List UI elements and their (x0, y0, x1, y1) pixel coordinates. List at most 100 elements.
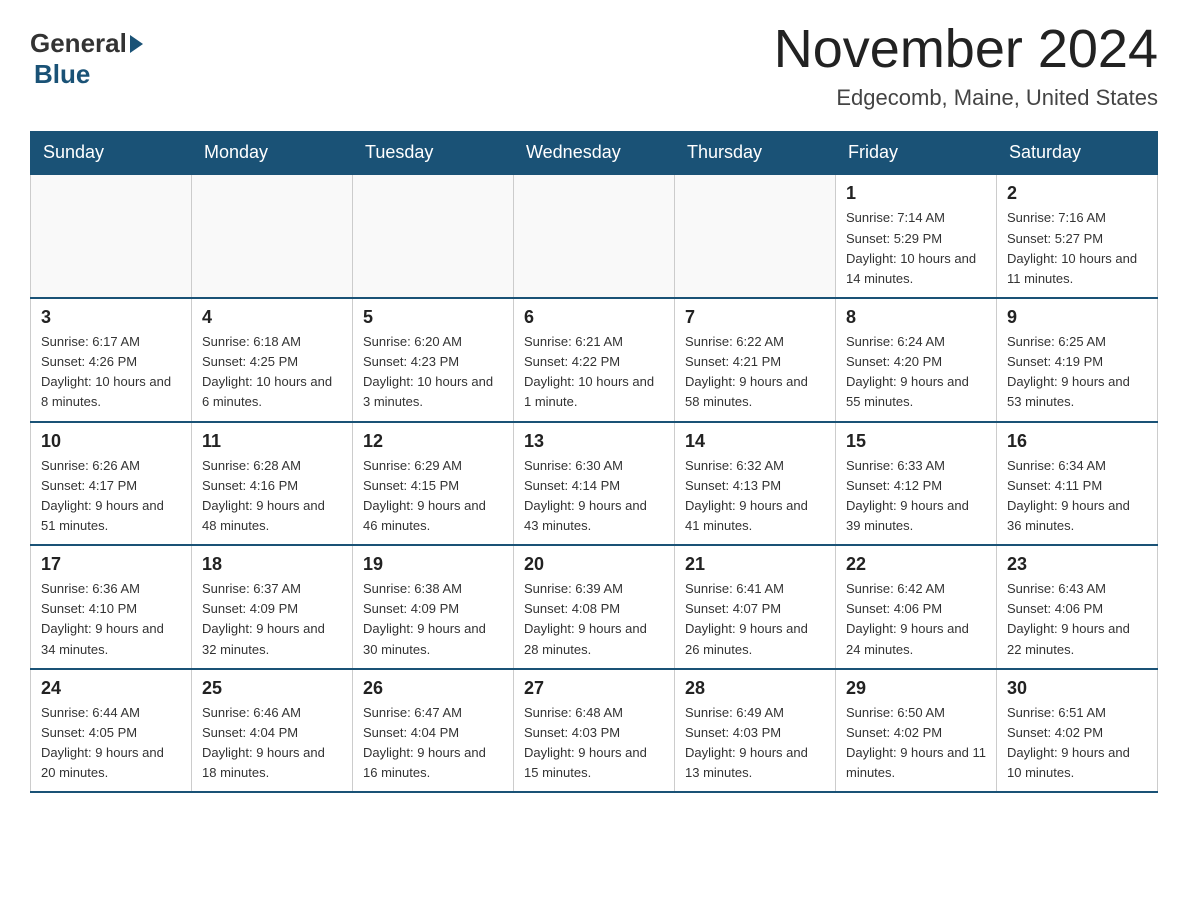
weekday-header-monday: Monday (192, 132, 353, 175)
day-info: Sunrise: 6:36 AMSunset: 4:10 PMDaylight:… (41, 579, 181, 660)
day-cell: 19Sunrise: 6:38 AMSunset: 4:09 PMDayligh… (353, 545, 514, 669)
day-info: Sunrise: 6:41 AMSunset: 4:07 PMDaylight:… (685, 579, 825, 660)
day-cell: 12 Sunrise: 6:29 AMSunset: 4:15 PMDayligh… (353, 422, 514, 546)
day-cell: 24 Sunrise: 6:44 AMSunset: 4:05 PMDayligh… (31, 669, 192, 793)
title-section: November 2024 Edgecomb, Maine, United St… (774, 20, 1158, 111)
day-cell: 9Sunrise: 6:25 AMSunset: 4:19 PMDaylight… (997, 298, 1158, 422)
day-info: Sunrise: 7:14 AMSunset: 5:29 PMDaylight:… (846, 208, 986, 289)
day-cell (514, 174, 675, 298)
day-info: Sunrise: 6:38 AMSunset: 4:09 PMDaylight:… (363, 579, 503, 660)
day-number: 28 (685, 678, 825, 699)
day-info: Sunrise: 6:21 AMSunset: 4:22 PMDaylight:… (524, 332, 664, 413)
weekday-header-saturday: Saturday (997, 132, 1158, 175)
day-info: Sunrise: 6:50 AMSunset: 4:02 PMDaylight:… (846, 703, 986, 784)
weekday-header-wednesday: Wednesday (514, 132, 675, 175)
day-number: 2 (1007, 183, 1147, 204)
day-info: Sunrise: 6:39 AMSunset: 4:08 PMDaylight:… (524, 579, 664, 660)
day-cell: 11 Sunrise: 6:28 AMSunset: 4:16 PMDayligh… (192, 422, 353, 546)
day-info: Sunrise: 7:16 AMSunset: 5:27 PMDaylight:… (1007, 208, 1147, 289)
day-cell: 4 Sunrise: 6:18 AMSunset: 4:25 PMDaylight… (192, 298, 353, 422)
day-info: Sunrise: 6:29 AMSunset: 4:15 PMDaylight:… (363, 456, 503, 537)
day-number: 6 (524, 307, 664, 328)
day-number: 11 (202, 431, 342, 452)
day-info: Sunrise: 6:42 AMSunset: 4:06 PMDaylight:… (846, 579, 986, 660)
day-cell: 26Sunrise: 6:47 AMSunset: 4:04 PMDayligh… (353, 669, 514, 793)
day-info: Sunrise: 6:32 AMSunset: 4:13 PMDaylight:… (685, 456, 825, 537)
day-number: 30 (1007, 678, 1147, 699)
day-info: Sunrise: 6:22 AMSunset: 4:21 PMDaylight:… (685, 332, 825, 413)
month-title: November 2024 (774, 20, 1158, 79)
day-info: Sunrise: 6:30 AMSunset: 4:14 PMDaylight:… (524, 456, 664, 537)
day-info: Sunrise: 6:33 AMSunset: 4:12 PMDaylight:… (846, 456, 986, 537)
page-header: General Blue November 2024 Edgecomb, Mai… (30, 20, 1158, 111)
day-number: 29 (846, 678, 986, 699)
day-cell: 25Sunrise: 6:46 AMSunset: 4:04 PMDayligh… (192, 669, 353, 793)
weekday-header-friday: Friday (836, 132, 997, 175)
calendar-table: SundayMondayTuesdayWednesdayThursdayFrid… (30, 131, 1158, 793)
day-cell (675, 174, 836, 298)
day-cell: 17 Sunrise: 6:36 AMSunset: 4:10 PMDayligh… (31, 545, 192, 669)
day-cell (192, 174, 353, 298)
week-row-5: 24 Sunrise: 6:44 AMSunset: 4:05 PMDayligh… (31, 669, 1158, 793)
day-info: Sunrise: 6:28 AMSunset: 4:16 PMDaylight:… (202, 456, 342, 537)
day-number: 24 (41, 678, 181, 699)
day-info: Sunrise: 6:44 AMSunset: 4:05 PMDaylight:… (41, 703, 181, 784)
day-cell: 30 Sunrise: 6:51 AMSunset: 4:02 PMDayligh… (997, 669, 1158, 793)
day-info: Sunrise: 6:18 AMSunset: 4:25 PMDaylight:… (202, 332, 342, 413)
day-info: Sunrise: 6:37 AMSunset: 4:09 PMDaylight:… (202, 579, 342, 660)
week-row-4: 17 Sunrise: 6:36 AMSunset: 4:10 PMDayligh… (31, 545, 1158, 669)
day-info: Sunrise: 6:47 AMSunset: 4:04 PMDaylight:… (363, 703, 503, 784)
day-info: Sunrise: 6:49 AMSunset: 4:03 PMDaylight:… (685, 703, 825, 784)
day-cell: 6 Sunrise: 6:21 AMSunset: 4:22 PMDaylight… (514, 298, 675, 422)
day-number: 23 (1007, 554, 1147, 575)
week-row-2: 3Sunrise: 6:17 AMSunset: 4:26 PMDaylight… (31, 298, 1158, 422)
logo: General Blue (30, 20, 143, 90)
day-info: Sunrise: 6:51 AMSunset: 4:02 PMDaylight:… (1007, 703, 1147, 784)
day-cell: 3Sunrise: 6:17 AMSunset: 4:26 PMDaylight… (31, 298, 192, 422)
logo-general-text: General (30, 28, 127, 59)
weekday-header-sunday: Sunday (31, 132, 192, 175)
day-number: 8 (846, 307, 986, 328)
day-number: 15 (846, 431, 986, 452)
day-number: 3 (41, 307, 181, 328)
day-cell: 18 Sunrise: 6:37 AMSunset: 4:09 PMDayligh… (192, 545, 353, 669)
logo-blue-text: Blue (34, 59, 90, 90)
day-number: 20 (524, 554, 664, 575)
day-cell: 15 Sunrise: 6:33 AMSunset: 4:12 PMDayligh… (836, 422, 997, 546)
day-number: 18 (202, 554, 342, 575)
day-info: Sunrise: 6:48 AMSunset: 4:03 PMDaylight:… (524, 703, 664, 784)
day-number: 5 (363, 307, 503, 328)
weekday-header-thursday: Thursday (675, 132, 836, 175)
logo-arrow-icon (130, 35, 143, 53)
day-number: 16 (1007, 431, 1147, 452)
day-cell: 2 Sunrise: 7:16 AMSunset: 5:27 PMDaylight… (997, 174, 1158, 298)
week-row-3: 10Sunrise: 6:26 AMSunset: 4:17 PMDayligh… (31, 422, 1158, 546)
day-info: Sunrise: 6:43 AMSunset: 4:06 PMDaylight:… (1007, 579, 1147, 660)
day-cell: 23 Sunrise: 6:43 AMSunset: 4:06 PMDayligh… (997, 545, 1158, 669)
weekday-header-row: SundayMondayTuesdayWednesdayThursdayFrid… (31, 132, 1158, 175)
day-cell: 14 Sunrise: 6:32 AMSunset: 4:13 PMDayligh… (675, 422, 836, 546)
day-info: Sunrise: 6:20 AMSunset: 4:23 PMDaylight:… (363, 332, 503, 413)
day-cell: 5 Sunrise: 6:20 AMSunset: 4:23 PMDaylight… (353, 298, 514, 422)
day-cell: 16 Sunrise: 6:34 AMSunset: 4:11 PMDayligh… (997, 422, 1158, 546)
weekday-header-tuesday: Tuesday (353, 132, 514, 175)
day-info: Sunrise: 6:24 AMSunset: 4:20 PMDaylight:… (846, 332, 986, 413)
day-info: Sunrise: 6:34 AMSunset: 4:11 PMDaylight:… (1007, 456, 1147, 537)
week-row-1: 1 Sunrise: 7:14 AMSunset: 5:29 PMDaylight… (31, 174, 1158, 298)
day-cell: 10Sunrise: 6:26 AMSunset: 4:17 PMDayligh… (31, 422, 192, 546)
day-number: 22 (846, 554, 986, 575)
day-number: 1 (846, 183, 986, 204)
day-cell: 28 Sunrise: 6:49 AMSunset: 4:03 PMDayligh… (675, 669, 836, 793)
day-cell: 13 Sunrise: 6:30 AMSunset: 4:14 PMDayligh… (514, 422, 675, 546)
day-number: 10 (41, 431, 181, 452)
day-cell: 20 Sunrise: 6:39 AMSunset: 4:08 PMDayligh… (514, 545, 675, 669)
day-number: 4 (202, 307, 342, 328)
day-cell: 27Sunrise: 6:48 AMSunset: 4:03 PMDayligh… (514, 669, 675, 793)
day-number: 12 (363, 431, 503, 452)
day-number: 13 (524, 431, 664, 452)
day-number: 17 (41, 554, 181, 575)
day-cell: 8 Sunrise: 6:24 AMSunset: 4:20 PMDaylight… (836, 298, 997, 422)
day-number: 14 (685, 431, 825, 452)
day-cell: 29 Sunrise: 6:50 AMSunset: 4:02 PMDayligh… (836, 669, 997, 793)
day-cell: 7Sunrise: 6:22 AMSunset: 4:21 PMDaylight… (675, 298, 836, 422)
